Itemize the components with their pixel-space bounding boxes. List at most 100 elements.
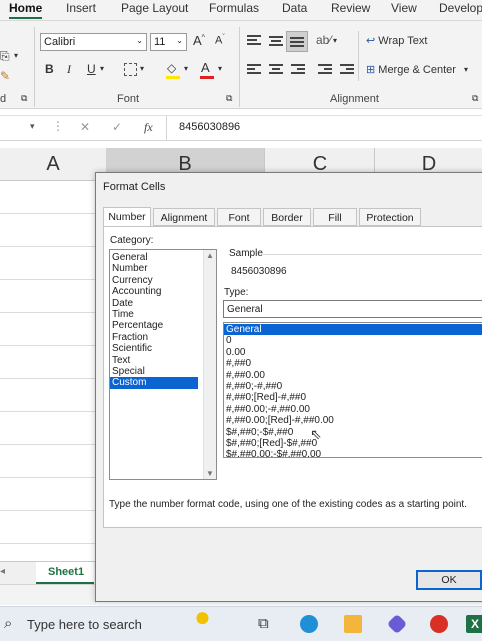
category-item[interactable]: Scientific bbox=[110, 343, 216, 354]
tab-review[interactable]: Review bbox=[331, 1, 370, 15]
format-painter-icon[interactable]: ✎ bbox=[0, 69, 10, 83]
sheet-tab-sheet1[interactable]: Sheet1 bbox=[36, 562, 94, 584]
divider bbox=[34, 27, 35, 107]
copy-dropdown-icon[interactable]: ▾ bbox=[14, 51, 18, 60]
clipboard-launcher-icon[interactable]: ⧉ bbox=[21, 93, 27, 104]
tab-developer[interactable]: Develop bbox=[439, 1, 482, 15]
font-color-dropdown-icon[interactable]: ▾ bbox=[218, 64, 222, 73]
tab-formulas[interactable]: Formulas bbox=[209, 1, 259, 15]
category-item[interactable]: Text bbox=[110, 355, 216, 366]
tab-font[interactable]: Font bbox=[217, 208, 261, 226]
font-color-button[interactable]: A bbox=[201, 60, 210, 75]
merge-center-button[interactable]: ⊞ Merge & Center bbox=[366, 63, 456, 76]
copy-icon[interactable]: ⎘ bbox=[0, 49, 10, 64]
underline-button[interactable]: U bbox=[87, 62, 96, 76]
category-item[interactable]: Accounting bbox=[110, 286, 216, 297]
bold-button[interactable]: B bbox=[45, 62, 54, 76]
fill-dropdown-icon[interactable]: ▾ bbox=[184, 64, 188, 73]
status-bar bbox=[0, 584, 96, 605]
type-item[interactable]: #,##0 bbox=[224, 358, 482, 369]
type-item[interactable]: #,##0;[Red]-#,##0 bbox=[224, 392, 482, 403]
tab-protection[interactable]: Protection bbox=[359, 208, 421, 226]
category-item[interactable]: Fraction bbox=[110, 332, 216, 343]
category-list[interactable]: General Number Currency Accounting Date … bbox=[109, 249, 217, 480]
font-size-select[interactable]: 11 ⌄ bbox=[150, 33, 187, 51]
divider bbox=[358, 31, 359, 81]
excel-icon[interactable]: X bbox=[466, 615, 482, 633]
tab-data[interactable]: Data bbox=[282, 1, 307, 15]
align-center-icon[interactable] bbox=[269, 64, 283, 75]
type-input[interactable]: General bbox=[223, 300, 482, 318]
tab-alignment[interactable]: Alignment bbox=[153, 208, 215, 226]
type-list[interactable]: General 0 0.00 #,##0 #,##0.00 #,##0;-#,#… bbox=[223, 322, 482, 458]
type-item[interactable]: #,##0.00;-#,##0.00 bbox=[224, 404, 482, 415]
category-item[interactable]: Special bbox=[110, 366, 216, 377]
tab-insert[interactable]: Insert bbox=[66, 1, 96, 15]
align-right-icon[interactable] bbox=[291, 64, 305, 75]
italic-button[interactable]: I bbox=[67, 62, 71, 77]
file-explorer-icon[interactable] bbox=[344, 615, 362, 633]
underline-dropdown-icon[interactable]: ▾ bbox=[100, 64, 104, 73]
orientation-dropdown-icon[interactable]: ▾ bbox=[333, 36, 337, 45]
scroll-up-icon[interactable]: ▲ bbox=[206, 251, 214, 260]
borders-dropdown-icon[interactable]: ▾ bbox=[140, 64, 144, 73]
ok-button[interactable]: OK bbox=[416, 570, 482, 590]
grow-font-button[interactable]: A^ bbox=[193, 33, 205, 48]
shrink-font-button[interactable]: Aˇ bbox=[215, 34, 225, 47]
tab-border[interactable]: Border bbox=[263, 208, 311, 226]
category-item[interactable]: Time bbox=[110, 309, 216, 320]
type-item[interactable]: #,##0.00 bbox=[224, 370, 482, 381]
grid-row-line bbox=[0, 411, 96, 412]
chrome-icon[interactable] bbox=[430, 615, 448, 633]
orientation-icon[interactable]: ab⁄ bbox=[316, 33, 331, 47]
borders-icon[interactable] bbox=[124, 63, 137, 76]
number-tab-panel: Category: General Number Currency Accoun… bbox=[103, 226, 482, 528]
category-item-selected[interactable]: Custom bbox=[110, 377, 198, 389]
increase-indent-icon[interactable] bbox=[340, 64, 354, 75]
column-header-a[interactable]: A bbox=[0, 148, 106, 181]
type-item[interactable]: $#,##0;-$#,##0 bbox=[224, 427, 482, 438]
font-launcher-icon[interactable]: ⧉ bbox=[226, 93, 232, 104]
enter-edit-icon[interactable]: ✓ bbox=[112, 120, 122, 134]
category-item[interactable]: Date bbox=[110, 298, 216, 309]
search-icon[interactable]: ⌕ bbox=[4, 615, 12, 632]
scroll-down-icon[interactable]: ▼ bbox=[206, 469, 214, 478]
cancel-edit-icon[interactable]: ✕ bbox=[80, 120, 90, 134]
category-scrollbar[interactable]: ▲ ▼ bbox=[203, 250, 216, 479]
font-name-select[interactable]: Calibri ⌄ bbox=[40, 33, 147, 51]
font-color-swatch bbox=[200, 76, 214, 79]
type-label: Type: bbox=[224, 287, 249, 298]
edge-icon[interactable] bbox=[300, 615, 318, 633]
tab-number[interactable]: Number bbox=[103, 207, 151, 227]
merge-dropdown-icon[interactable]: ▾ bbox=[464, 65, 468, 74]
alignment-launcher-icon[interactable]: ⧉ bbox=[472, 93, 478, 104]
type-item[interactable]: $#,##0;[Red]-$#,##0 bbox=[224, 438, 482, 449]
category-item[interactable]: Percentage bbox=[110, 320, 216, 331]
category-item[interactable]: Currency bbox=[110, 275, 216, 286]
decrease-indent-icon[interactable] bbox=[318, 64, 332, 75]
wrap-text-button[interactable]: ↩ Wrap Text bbox=[366, 34, 427, 47]
type-item[interactable]: #,##0.00;[Red]-#,##0.00 bbox=[224, 415, 482, 426]
type-item-selected[interactable]: General bbox=[224, 324, 482, 336]
middle-align-icon[interactable] bbox=[269, 36, 283, 47]
type-item[interactable]: $#,##0.00;-$#,##0.00 bbox=[224, 449, 482, 457]
tab-view[interactable]: View bbox=[391, 1, 417, 15]
taskbar-search-input[interactable]: Type here to search bbox=[27, 617, 142, 632]
app-icon[interactable] bbox=[386, 613, 408, 635]
tab-home[interactable]: Home bbox=[9, 1, 43, 19]
formula-input[interactable]: 8456030896 bbox=[179, 121, 240, 133]
type-item[interactable]: #,##0;-#,##0 bbox=[224, 381, 482, 392]
tab-page-layout[interactable]: Page Layout bbox=[121, 1, 188, 15]
type-item[interactable]: 0 bbox=[224, 335, 482, 346]
insert-function-icon[interactable]: fx bbox=[144, 120, 153, 135]
align-left-icon[interactable] bbox=[247, 64, 261, 75]
name-box-dropdown-icon[interactable]: ▾ bbox=[30, 121, 35, 132]
fill-color-button[interactable]: ◇ bbox=[167, 61, 176, 75]
tab-fill[interactable]: Fill bbox=[313, 208, 357, 226]
category-item[interactable]: Number bbox=[110, 263, 216, 274]
top-align-icon[interactable] bbox=[247, 35, 261, 46]
sheet-nav-icon[interactable]: ◂ bbox=[0, 566, 5, 577]
type-item[interactable]: 0.00 bbox=[224, 347, 482, 358]
category-item[interactable]: General bbox=[110, 252, 216, 263]
task-view-icon[interactable]: ⧉ bbox=[258, 615, 269, 632]
